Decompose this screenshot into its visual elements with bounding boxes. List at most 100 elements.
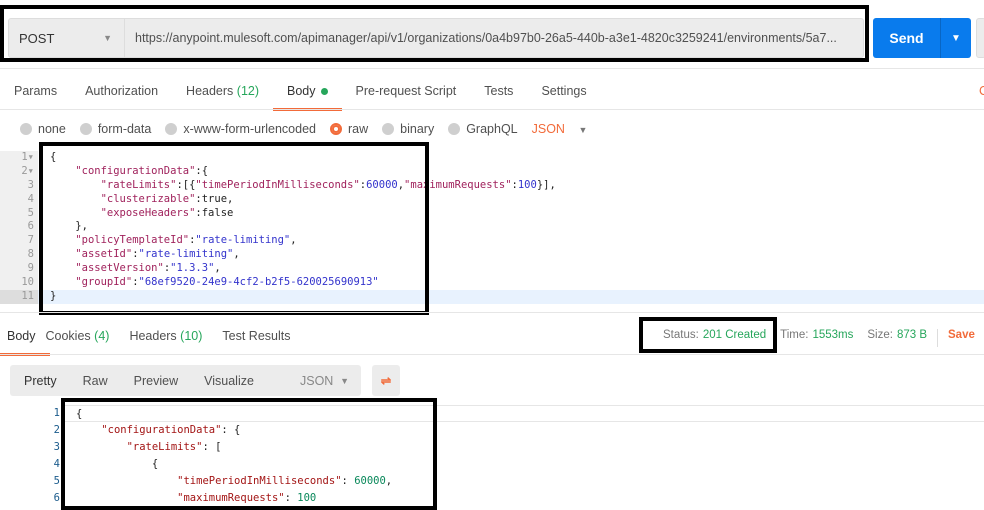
code-line: 10 "groupId":"68ef9520-24e9-4cf2-b2f5-62…	[0, 276, 984, 290]
code-line: 2▾ "configurationData":{	[0, 164, 984, 179]
method-label: POST	[19, 30, 55, 46]
code-token: "assetVersion"	[75, 262, 164, 275]
tab-settings[interactable]: Settings	[541, 84, 586, 98]
response-body-viewer: 1{2 "configurationData": {3 "rateLimits"…	[0, 405, 984, 507]
tab-response-body[interactable]: Body	[0, 329, 49, 356]
code-token: {	[50, 151, 57, 163]
method-select[interactable]: POST ▼	[9, 19, 125, 57]
code-line: 6 "maximumRequests": 100	[0, 490, 984, 507]
chevron-down-icon: ▼	[103, 33, 112, 43]
save-request-button[interactable]	[976, 18, 984, 58]
response-tabs: Body Cookies (4) Headers (10) Test Resul…	[0, 329, 319, 356]
tab-headers[interactable]: Headers (12)	[186, 84, 259, 98]
response-status: Status: 201 Created Time: 1553ms Size: 873 …	[663, 329, 979, 347]
response-format-select[interactable]: JSON ▼	[288, 365, 361, 396]
code-token: {	[76, 408, 83, 420]
tab-body[interactable]: Body	[273, 84, 341, 111]
tab-response-headers[interactable]: Headers (10)	[129, 329, 202, 343]
tab-pre-request-script[interactable]: Pre-request Script	[356, 84, 457, 98]
line-number: 2▾	[0, 164, 38, 179]
code-token: "timePeriodInMilliseconds"	[177, 475, 342, 487]
code-token: }	[50, 289, 57, 302]
line-number: 1▾	[0, 151, 38, 165]
tab-tests[interactable]: Tests	[484, 84, 513, 98]
code-token: ,	[290, 234, 297, 247]
body-format-select[interactable]: JSON ▼	[532, 122, 588, 136]
line-number: 6	[0, 220, 38, 235]
code-token: "clusterizable"	[100, 192, 196, 205]
code-token: :[{	[176, 178, 196, 191]
radio-form-data[interactable]: form-data	[79, 122, 151, 136]
code-line: 5 "exposeHeaders":false	[0, 206, 984, 221]
code-token: "rateLimits"	[126, 441, 203, 453]
radio-raw[interactable]: raw	[330, 122, 368, 136]
tab-params[interactable]: Params	[14, 84, 57, 98]
view-raw[interactable]: Raw	[83, 374, 108, 388]
view-visualize[interactable]: Visualize	[204, 374, 254, 388]
code-token: "1.3.3"	[170, 262, 215, 275]
line-number: 5	[53, 475, 60, 487]
request-body-editor[interactable]: 1▾ {2▾ "configurationData":{3 "rateLimits…	[0, 151, 984, 309]
code-token: :{	[195, 164, 209, 177]
code-token: "exposeHeaders"	[100, 206, 196, 219]
code-line: 4 {	[0, 456, 984, 473]
response-time: 1553ms	[812, 329, 854, 341]
radio-graphql[interactable]: GraphQL	[448, 122, 518, 136]
view-preview[interactable]: Preview	[134, 374, 178, 388]
code-line: 1▾ {	[0, 151, 984, 165]
view-pretty[interactable]: Pretty	[24, 374, 57, 388]
code-line: 3 "rateLimits": [	[0, 439, 984, 456]
line-number: 3	[53, 441, 60, 453]
line-number: 11	[0, 289, 38, 304]
code-token: "assetId"	[75, 248, 133, 261]
code-token: "rate-limiting"	[195, 234, 291, 247]
tab-test-results[interactable]: Test Results	[222, 329, 290, 343]
send-options-chevron-icon[interactable]: ▼	[941, 18, 971, 58]
code-line: 4 "clusterizable":true,	[0, 192, 984, 207]
save-response-button[interactable]: Save	[948, 329, 975, 347]
code-token: "maximumRequests"	[177, 492, 285, 504]
radio-binary[interactable]: binary	[382, 122, 434, 136]
tab-cookies[interactable]: Cookies (4)	[46, 329, 110, 343]
line-number: 2	[53, 424, 60, 436]
wrap-lines-icon[interactable]: ⇌	[372, 365, 400, 396]
code-token: "rate-limiting"	[138, 248, 234, 261]
send-button[interactable]: Send ▼	[873, 18, 971, 58]
cookies-link[interactable]: C	[979, 84, 984, 98]
send-label[interactable]: Send	[873, 18, 941, 58]
modified-dot-icon	[320, 88, 328, 96]
request-tabs: Params Authorization Headers (12) Body P…	[14, 84, 615, 111]
tab-authorization[interactable]: Authorization	[85, 84, 158, 98]
code-token: : [	[202, 441, 222, 453]
code-line: 9 "assetVersion":"1.3.3",	[0, 262, 984, 277]
chevron-down-icon: ▼	[340, 375, 349, 386]
code-line: 3 "rateLimits":[{"timePeriodInMillisecon…	[0, 178, 984, 193]
url-input[interactable]: https://anypoint.mulesoft.com/apimanager…	[125, 19, 863, 57]
code-token: ,	[385, 475, 393, 487]
code-token: },	[50, 220, 88, 233]
radio-none[interactable]: none	[20, 122, 66, 136]
code-line: 5 "timePeriodInMilliseconds": 60000,	[0, 473, 984, 490]
code-token: 100	[297, 492, 317, 504]
line-number: 10	[0, 276, 38, 290]
code-line: 7 "policyTemplateId":"rate-limiting",	[0, 234, 984, 249]
line-number: 1	[53, 407, 60, 419]
code-token: {	[76, 458, 159, 470]
code-token: "configurationData"	[75, 164, 196, 177]
code-token: }],	[536, 178, 556, 191]
code-token: : {	[221, 424, 241, 436]
line-number: 9	[0, 262, 38, 277]
url-bar: POST ▼ https://anypoint.mulesoft.com/apim…	[8, 18, 864, 58]
radio-urlencoded[interactable]: x-www-form-urlencoded	[165, 122, 316, 136]
body-type-radios: none form-data x-www-form-urlencoded raw…	[20, 122, 587, 136]
